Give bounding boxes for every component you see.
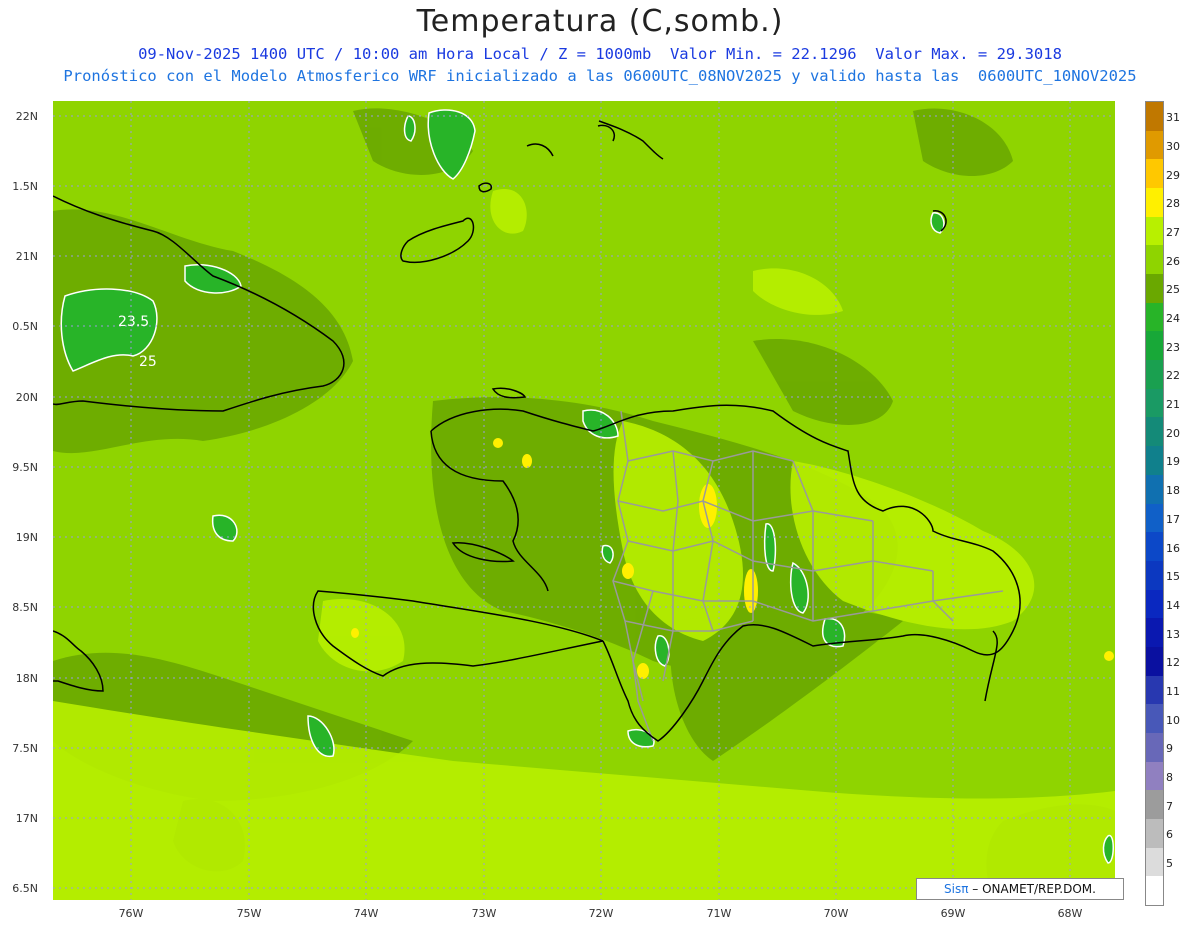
colorbar-cell: [1146, 560, 1163, 591]
colorbar-label: 30: [1166, 140, 1180, 154]
colorbar-label: 27: [1166, 226, 1180, 240]
colorbar-cell: [1146, 130, 1163, 160]
lon-label: 74W: [353, 907, 379, 920]
lat-label: 6.5N: [12, 882, 38, 895]
colorbar: [1145, 101, 1164, 906]
colorbar-label: 5: [1166, 856, 1173, 870]
colorbar-label: 23: [1166, 340, 1180, 354]
colorbar-cell: [1146, 474, 1163, 504]
colorbar-label: 24: [1166, 312, 1180, 326]
colorbar-cell: [1146, 188, 1163, 218]
credit-text: – ONAMET/REP.DOM.: [968, 882, 1096, 896]
colorbar-label: 29: [1166, 168, 1180, 182]
colorbar-cell: [1146, 388, 1163, 418]
lon-label: 71W: [706, 907, 732, 920]
colorbar-label: 18: [1166, 484, 1180, 498]
colorbar-label: 15: [1166, 570, 1180, 584]
colorbar-cell: [1146, 159, 1163, 189]
lon-label: 69W: [940, 907, 966, 920]
lon-label: 75W: [236, 907, 262, 920]
colorbar-cell: [1146, 761, 1163, 791]
lat-label: 20N: [15, 391, 38, 404]
map-canvas: 23.5 25: [53, 101, 1115, 900]
lat-label: 0.5N: [12, 320, 38, 333]
colorbar-label: 12: [1166, 656, 1180, 670]
lat-label: 7.5N: [12, 742, 38, 755]
colorbar-label: 20: [1166, 426, 1180, 440]
colorbar-label: 26: [1166, 254, 1180, 268]
lon-label: 73W: [471, 907, 497, 920]
temperature-map[interactable]: 23.5 25: [53, 101, 1115, 900]
colorbar-cell: [1146, 274, 1163, 304]
colorbar-label: 10: [1166, 713, 1180, 727]
colorbar-cell: [1146, 646, 1163, 677]
lat-label: 17N: [15, 812, 38, 825]
colorbar-label: 13: [1166, 627, 1180, 641]
colorbar-cell: [1146, 618, 1163, 648]
lon-label: 68W: [1057, 907, 1083, 920]
lat-label: 1.5N: [12, 180, 38, 193]
colorbar-cell: [1146, 216, 1163, 246]
colorbar-label: 8: [1166, 770, 1173, 784]
sis-logo-text: Sisπ: [944, 882, 969, 896]
colorbar-cell: [1146, 675, 1163, 705]
colorbar-label: 9: [1166, 742, 1173, 756]
colorbar-cell: [1146, 302, 1163, 332]
credit-box: Sisπ – ONAMET/REP.DOM.: [916, 878, 1124, 900]
colorbar-label: 6: [1166, 828, 1173, 842]
colorbar-cell: [1146, 446, 1163, 476]
colorbar-label: 22: [1166, 369, 1180, 383]
subtitle-time-range: 09-Nov-2025 1400 UTC / 10:00 am Hora Loc…: [138, 45, 1062, 63]
colorbar-cell: [1146, 876, 1163, 906]
lat-label: 19N: [15, 531, 38, 544]
colorbar-label: 17: [1166, 512, 1180, 526]
colorbar-cell: [1146, 732, 1163, 763]
colorbar-cell: [1146, 102, 1163, 132]
colorbar-label: 14: [1166, 598, 1180, 612]
colorbar-label: 19: [1166, 455, 1180, 469]
colorbar-label: 21: [1166, 398, 1180, 412]
lon-label: 76W: [118, 907, 144, 920]
colorbar-cell: [1146, 532, 1163, 562]
colorbar-cell: [1146, 704, 1163, 734]
contour-label-25: 25: [139, 354, 157, 370]
colorbar-label: 11: [1166, 684, 1180, 698]
colorbar-label: 7: [1166, 799, 1173, 813]
lat-label: 21N: [15, 250, 38, 263]
colorbar-cell: [1146, 417, 1163, 447]
lat-label: 8.5N: [12, 601, 38, 614]
colorbar-label: 16: [1166, 541, 1180, 555]
lon-label: 70W: [823, 907, 849, 920]
colorbar-cell: [1146, 589, 1163, 619]
colorbar-cell: [1146, 847, 1163, 877]
subtitle-model-info: Pronóstico con el Modelo Atmosferico WRF…: [63, 67, 1137, 85]
colorbar-label: 31: [1166, 111, 1180, 125]
lat-label: 22N: [15, 110, 38, 123]
colorbar-label: 25: [1166, 283, 1180, 297]
colorbar-cell: [1146, 360, 1163, 390]
colorbar-cell: [1146, 245, 1163, 275]
colorbar-label: 28: [1166, 197, 1180, 211]
lat-label: 9.5N: [12, 461, 38, 474]
colorbar-cell: [1146, 503, 1163, 533]
colorbar-cell: [1146, 818, 1163, 849]
colorbar-cell: [1146, 790, 1163, 820]
contour-label-23-5: 23.5: [118, 314, 149, 330]
lon-label: 72W: [588, 907, 614, 920]
lat-label: 18N: [15, 672, 38, 685]
map-title: Temperatura (C,somb.): [416, 4, 784, 39]
colorbar-cell: [1146, 331, 1163, 361]
